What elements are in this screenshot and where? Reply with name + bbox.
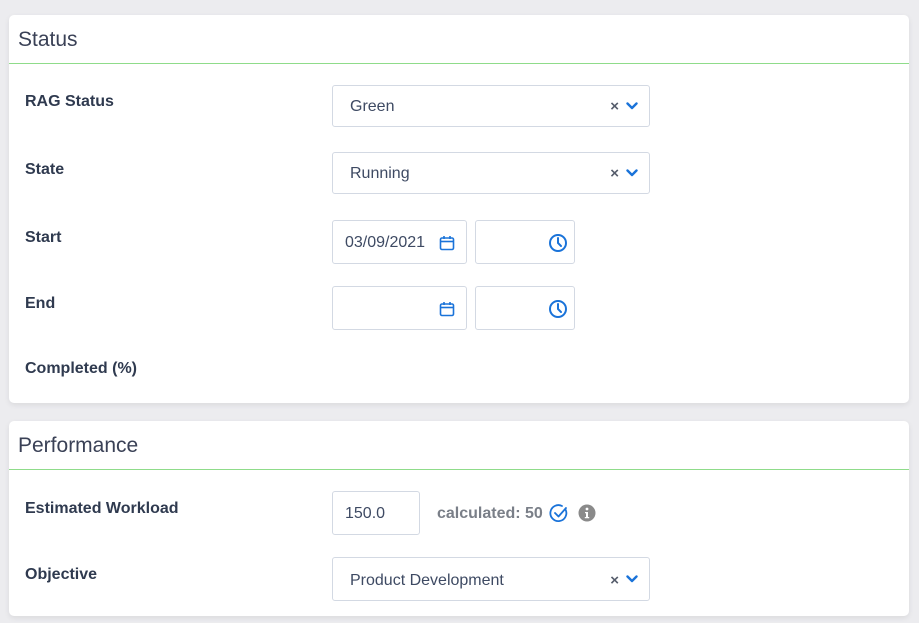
calendar-icon[interactable]	[439, 301, 455, 317]
objective-value: Product Development	[350, 572, 504, 589]
completed-label: Completed (%)	[25, 360, 137, 377]
status-title: Status	[9, 15, 909, 64]
objective-select[interactable]: Product Development ×	[332, 557, 650, 601]
rag-status-label: RAG Status	[25, 93, 114, 110]
performance-card: Performance Estimated Workload 150.0 cal…	[9, 421, 909, 616]
state-value: Running	[350, 165, 410, 182]
estimated-workload-label: Estimated Workload	[25, 500, 179, 517]
chevron-down-icon[interactable]	[626, 168, 638, 178]
start-label: Start	[25, 229, 62, 246]
end-label: End	[25, 295, 56, 312]
chevron-down-icon[interactable]	[626, 574, 638, 584]
status-card: Status RAG Status Green × State Running …	[9, 15, 909, 403]
end-time-input[interactable]	[475, 286, 575, 330]
start-date-value: 03/09/2021	[345, 234, 426, 251]
clear-icon[interactable]: ×	[610, 572, 619, 589]
chevron-down-icon[interactable]	[626, 101, 638, 111]
state-label: State	[25, 161, 65, 178]
estimated-workload-input[interactable]: 150.0	[332, 491, 420, 535]
clear-icon[interactable]: ×	[610, 98, 619, 115]
clear-icon[interactable]: ×	[610, 165, 619, 182]
rag-status-value: Green	[350, 98, 395, 115]
info-icon[interactable]	[578, 504, 596, 522]
estimated-workload-value: 150.0	[345, 505, 386, 522]
calendar-icon[interactable]	[439, 235, 455, 251]
calculated-workload-text: calculated: 50	[437, 505, 543, 522]
end-date-input[interactable]	[332, 286, 467, 330]
performance-title: Performance	[9, 421, 909, 470]
state-select[interactable]: Running ×	[332, 152, 650, 194]
objective-label: Objective	[25, 566, 98, 583]
start-time-input[interactable]	[475, 220, 575, 264]
clock-icon[interactable]	[548, 233, 568, 253]
check-circle-icon[interactable]	[549, 503, 569, 523]
clock-icon[interactable]	[548, 299, 568, 319]
start-date-input[interactable]: 03/09/2021	[332, 220, 467, 264]
rag-status-select[interactable]: Green ×	[332, 85, 650, 127]
